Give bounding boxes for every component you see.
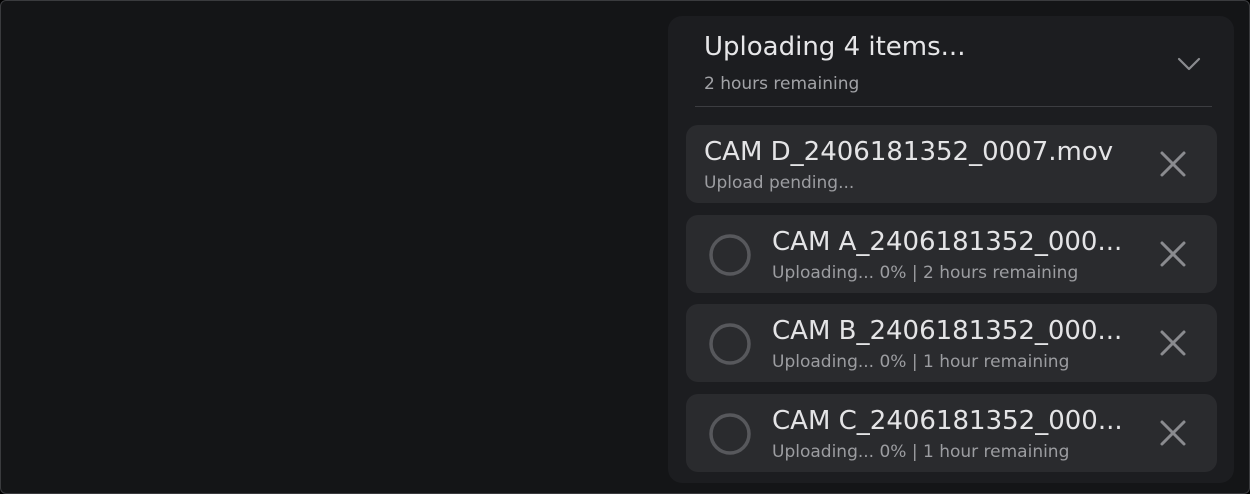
file-name: CAM D_2406181352_0007.mov (704, 137, 1114, 167)
close-icon (1160, 420, 1186, 446)
upload-item-pending: CAM D_2406181352_0007.mov Upload pending… (686, 125, 1217, 203)
file-name: CAM A_2406181352_000... (772, 227, 1123, 257)
file-name: CAM C_2406181352_000... (772, 406, 1123, 436)
file-status: Uploading... 0% | 2 hours remaining (772, 263, 1079, 283)
file-name: CAM B_2406181352_000... (772, 316, 1123, 346)
upload-title: Uploading 4 items... (704, 32, 966, 62)
file-status: Uploading... 0% | 1 hour remaining (772, 442, 1070, 462)
close-icon (1160, 151, 1186, 177)
progress-ring-icon (708, 322, 752, 366)
cancel-upload-button[interactable] (1158, 149, 1188, 179)
close-icon (1160, 330, 1186, 356)
upload-panel-header: Uploading 4 items... 2 hours remaining (695, 16, 1212, 107)
chevron-down-icon[interactable] (1175, 50, 1203, 78)
progress-ring-icon (708, 412, 752, 456)
cancel-upload-button[interactable] (1158, 418, 1188, 448)
upload-panel: Uploading 4 items... 2 hours remaining C… (668, 16, 1234, 483)
cancel-upload-button[interactable] (1158, 239, 1188, 269)
upload-time-remaining: 2 hours remaining (704, 74, 860, 94)
progress-ring-icon (708, 233, 752, 277)
upload-item: CAM A_2406181352_000... Uploading... 0% … (686, 215, 1217, 293)
close-icon (1160, 241, 1186, 267)
upload-item: CAM B_2406181352_000... Uploading... 0% … (686, 304, 1217, 382)
app-window: Uploading 4 items... 2 hours remaining C… (0, 0, 1250, 494)
file-status: Upload pending... (704, 173, 855, 193)
cancel-upload-button[interactable] (1158, 328, 1188, 358)
upload-item: CAM C_2406181352_000... Uploading... 0% … (686, 394, 1217, 472)
file-status: Uploading... 0% | 1 hour remaining (772, 352, 1070, 372)
